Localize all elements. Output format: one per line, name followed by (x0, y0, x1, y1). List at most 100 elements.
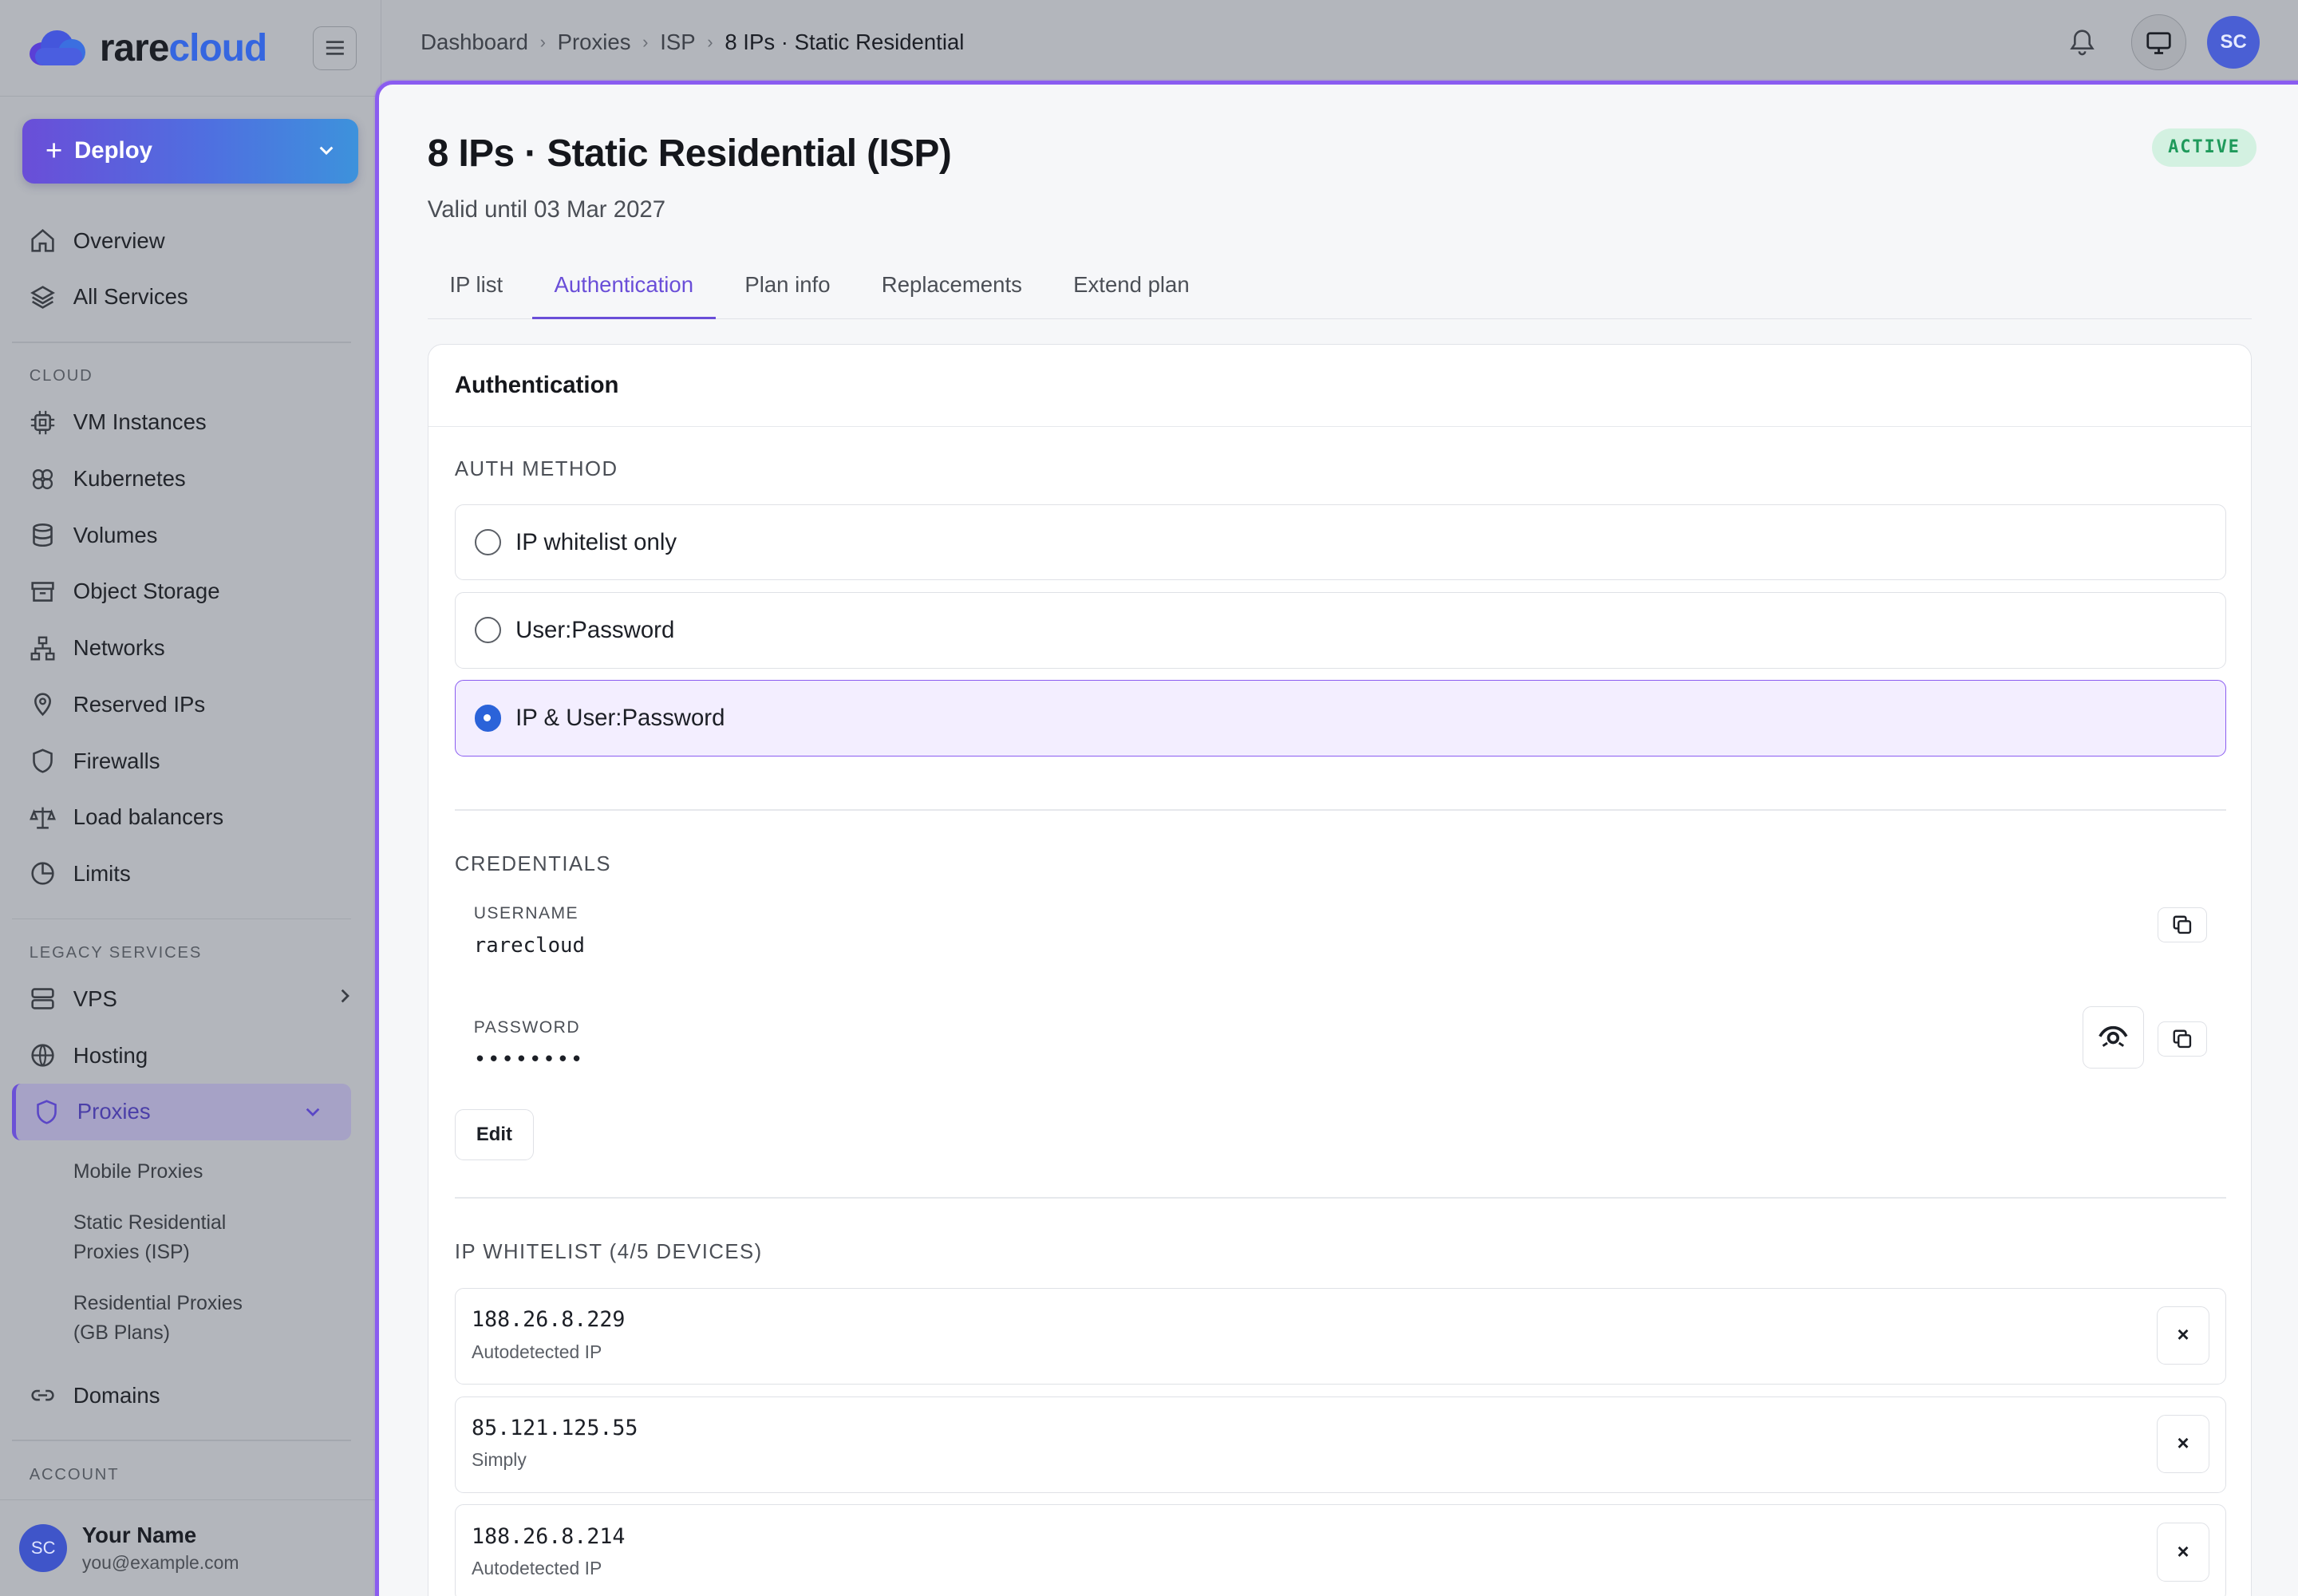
whitelist-note: Autodetected IP (472, 1558, 602, 1579)
sidebar-item-label: Reserved IPs (73, 691, 206, 717)
cloud-logo-icon (26, 27, 88, 68)
bell-icon[interactable] (2067, 26, 2099, 58)
sidebar-item-limits[interactable]: Limits (0, 846, 381, 903)
close-icon: × (2177, 1323, 2189, 1346)
display-mode-button[interactable] (2130, 14, 2187, 71)
chevron-right-icon (339, 987, 351, 1010)
sidebar-divider (11, 918, 351, 920)
sidebar: rarecloud + Deploy Overview All Services… (0, 0, 381, 1596)
breadcrumb-separator: › (539, 32, 546, 53)
pie-chart-icon (30, 860, 56, 887)
sidebar-item-object-storage[interactable]: Object Storage (0, 563, 381, 620)
logo[interactable]: rarecloud (26, 26, 267, 70)
breadcrumb-isp[interactable]: ISP (660, 30, 695, 55)
breadcrumb-proxies[interactable]: Proxies (558, 30, 631, 55)
user-avatar-button[interactable]: SC (2207, 16, 2260, 69)
close-icon: × (2177, 1432, 2189, 1455)
tab-authentication[interactable]: Authentication (531, 260, 716, 319)
radio-button[interactable] (474, 617, 501, 644)
topbar: Dashboard › Proxies › ISP › 8 IPs · Stat… (382, 0, 2298, 85)
close-icon: × (2177, 1540, 2189, 1563)
section-cloud: CLOUD (29, 367, 93, 385)
breadcrumb-current: 8 IPs · Static Residential (725, 30, 965, 55)
sidebar-item-label: Overview (73, 227, 165, 253)
sidebar-divider (11, 1440, 351, 1442)
sidebar-item-networks[interactable]: Networks (0, 620, 381, 677)
sidebar-item-kubernetes[interactable]: Kubernetes (0, 451, 381, 508)
auth-option-ip-whitelist[interactable]: IP whitelist only (454, 504, 2227, 581)
sidebar-item-overview[interactable]: Overview (0, 212, 381, 269)
edit-credentials-button[interactable]: Edit (454, 1108, 535, 1161)
toggle-password-visibility-button[interactable] (2083, 1006, 2145, 1069)
breadcrumb-separator: › (707, 32, 713, 53)
status-badge: ACTIVE (2151, 128, 2257, 167)
brand-wordmark: rarecloud (99, 26, 267, 69)
remove-ip-button[interactable]: × (2156, 1306, 2210, 1365)
remove-ip-button[interactable]: × (2156, 1523, 2210, 1582)
password-value: •••••••• (473, 1047, 585, 1072)
sidebar-item-label: Load balancers (73, 804, 224, 830)
sidebar-item-domains[interactable]: Domains (0, 1367, 381, 1424)
username-value: rarecloud (473, 933, 585, 958)
sidebar-item-label: Limits (73, 860, 131, 886)
layers-icon (30, 284, 56, 310)
shield-icon (34, 1099, 60, 1125)
tab-extend-plan[interactable]: Extend plan (1052, 260, 1212, 318)
kubernetes-icon (30, 466, 56, 492)
sidebar-subitem-residential-gb[interactable]: Residential Proxies (GB Plans) (0, 1290, 308, 1348)
menu-icon (326, 41, 344, 55)
sidebar-item-hosting[interactable]: Hosting (0, 1027, 381, 1084)
tab-ip-list[interactable]: IP list (428, 260, 525, 318)
copy-icon (2173, 915, 2192, 934)
sidebar-item-firewalls[interactable]: Firewalls (0, 733, 381, 789)
collapse-sidebar-button[interactable] (313, 26, 357, 70)
sidebar-subitem-static-residential[interactable]: Static Residential Proxies (ISP) (0, 1209, 322, 1267)
eye-icon (2099, 1026, 2128, 1048)
sidebar-subitem-mobile-proxies[interactable]: Mobile Proxies (0, 1158, 381, 1187)
auth-option-label: IP & User:Password (515, 705, 725, 732)
username-label: USERNAME (473, 903, 579, 922)
map-pin-icon (30, 691, 56, 717)
sidebar-item-label: Domains (73, 1382, 160, 1408)
chevron-down-icon (304, 1100, 322, 1124)
radio-button[interactable] (474, 529, 501, 556)
sidebar-item-volumes[interactable]: Volumes (0, 507, 381, 563)
database-icon (30, 522, 56, 548)
sidebar-item-label: Volumes (73, 522, 158, 547)
tab-plan-info[interactable]: Plan info (723, 260, 852, 318)
sidebar-item-load-balancers[interactable]: Load balancers (0, 789, 381, 846)
radio-button-selected[interactable] (474, 705, 501, 732)
whitelist-ip: 188.26.8.214 (472, 1524, 626, 1550)
sidebar-item-label: Kubernetes (73, 466, 186, 492)
home-icon (30, 227, 56, 254)
remove-ip-button[interactable]: × (2156, 1414, 2210, 1473)
breadcrumb: Dashboard › Proxies › ISP › 8 IPs · Stat… (421, 30, 964, 55)
account-card[interactable]: SC Your Name you@example.com (0, 1499, 380, 1596)
link-icon (30, 1382, 56, 1408)
deploy-button[interactable]: + Deploy (22, 118, 358, 184)
sidebar-item-vps[interactable]: VPS (0, 971, 381, 1028)
chevron-down-icon (318, 140, 335, 161)
server-icon (30, 986, 56, 1012)
auth-option-user-password[interactable]: User:Password (454, 592, 2227, 669)
whitelist-ip: 85.121.125.55 (472, 1416, 638, 1441)
sidebar-item-reserved-ips[interactable]: Reserved IPs (0, 677, 381, 733)
section-legacy: LEGACY SERVICES (29, 944, 203, 962)
tab-replacements[interactable]: Replacements (859, 260, 1044, 318)
sidebar-item-vm-instances[interactable]: VM Instances (0, 394, 381, 451)
avatar: SC (18, 1523, 68, 1573)
breadcrumb-dashboard[interactable]: Dashboard (421, 30, 528, 55)
card-title: Authentication (428, 345, 2252, 427)
tab-bar: IP list Authentication Plan info Replace… (427, 260, 2253, 319)
auth-option-ip-and-user-password[interactable]: IP & User:Password (454, 680, 2227, 757)
app-root: rarecloud + Deploy Overview All Services… (0, 0, 2298, 1596)
breadcrumb-separator: › (642, 32, 649, 53)
copy-username-button[interactable] (2157, 907, 2208, 942)
copy-password-button[interactable] (2157, 1021, 2208, 1057)
sidebar-item-label: VM Instances (73, 409, 207, 435)
sidebar-item-proxies[interactable]: Proxies (11, 1084, 351, 1140)
section-divider (454, 808, 2227, 811)
auth-option-label: User:Password (515, 616, 675, 643)
sidebar-item-all-services[interactable]: All Services (0, 269, 381, 326)
sidebar-divider (11, 341, 351, 343)
